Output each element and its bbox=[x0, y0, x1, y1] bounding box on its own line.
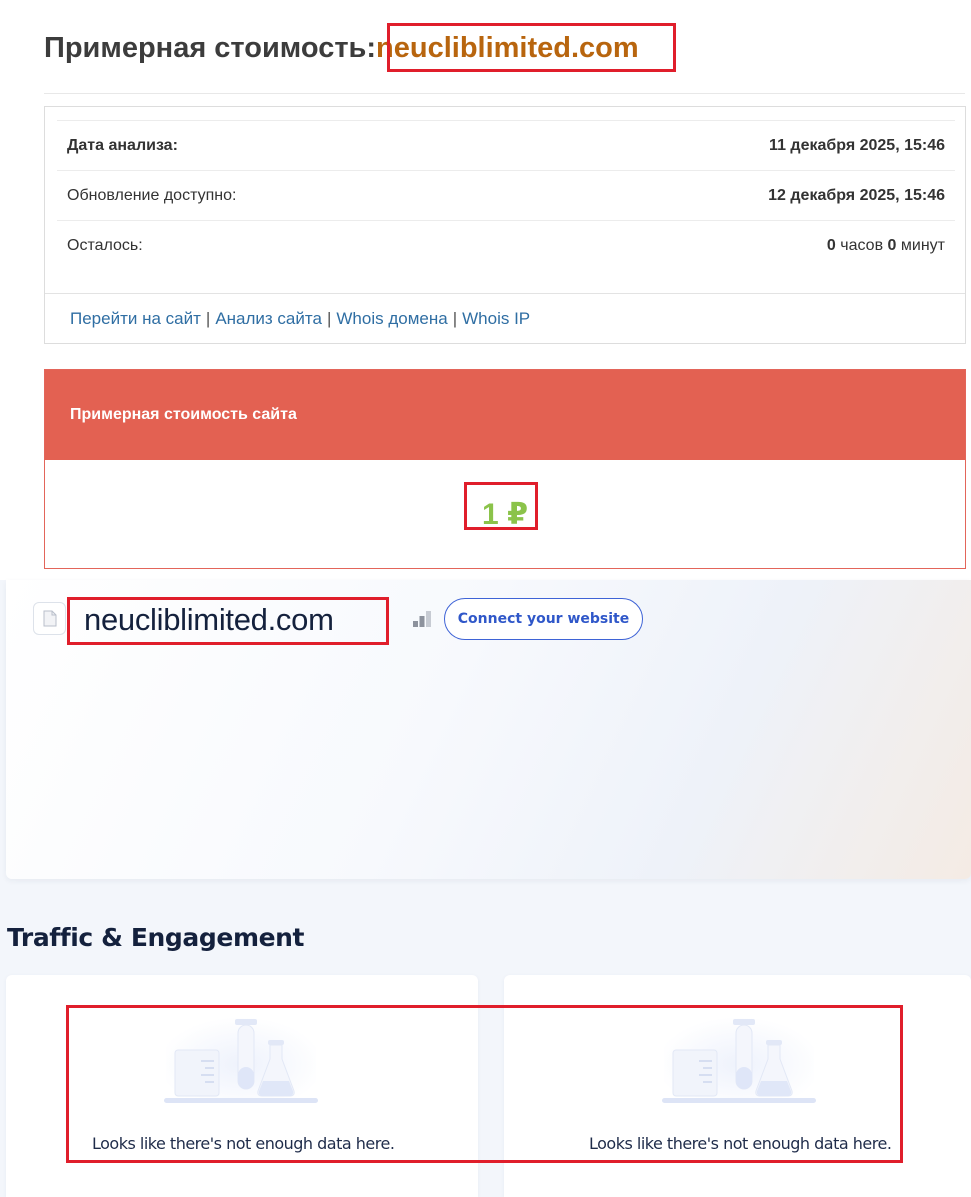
traffic-panel: Looks like there's not enough data here. bbox=[504, 975, 971, 1197]
info-row-analysis-date: Дата анализа: 11 декабря 2025, 15:46 bbox=[57, 120, 955, 170]
lab-flask-icon bbox=[662, 1017, 816, 1103]
document-icon bbox=[33, 602, 66, 635]
empty-state-text: Looks like there's not enough data here. bbox=[92, 1133, 395, 1153]
lab-flask-icon bbox=[164, 1017, 318, 1103]
remaining-hours-unit: часов bbox=[840, 236, 884, 254]
site-estimate-title: Примерная стоимость сайта bbox=[45, 370, 965, 460]
info-value: 11 декабря 2025, 15:46 bbox=[769, 136, 945, 154]
divider bbox=[44, 93, 965, 94]
page-title-domain: neucliblimited.com bbox=[376, 31, 639, 64]
connect-website-button[interactable]: Connect your website bbox=[444, 598, 643, 640]
link-go-to-site[interactable]: Перейти на сайт bbox=[70, 309, 201, 329]
remaining-minutes: 0 bbox=[887, 236, 897, 254]
link-ip-whois[interactable]: Whois IP bbox=[462, 309, 530, 329]
traffic-panel: Looks like there's not enough data here. bbox=[6, 975, 478, 1197]
page-title-prefix: Примерная стоимость: bbox=[44, 31, 377, 64]
info-row-update-available: Обновление доступно: 12 декабря 2025, 15… bbox=[57, 170, 955, 220]
signal-bars-icon bbox=[413, 611, 431, 627]
info-row-remaining: Осталось: 0 часов 0 минут bbox=[57, 220, 955, 270]
site-domain: neucliblimited.com bbox=[84, 602, 334, 637]
link-domain-whois[interactable]: Whois домена bbox=[336, 309, 447, 329]
empty-state-text: Looks like there's not enough data here. bbox=[589, 1133, 892, 1153]
analysis-info-card: Дата анализа: 11 декабря 2025, 15:46 Обн… bbox=[44, 106, 966, 344]
site-overview-section: neucliblimited.com Connect your website … bbox=[0, 580, 971, 1197]
site-estimate-value: 1 ₽ bbox=[482, 497, 528, 531]
link-separator: | bbox=[452, 309, 458, 328]
site-links: Перейти на сайт | Анализ сайта | Whois д… bbox=[45, 293, 965, 344]
link-separator: | bbox=[326, 309, 332, 328]
info-label: Обновление доступно: bbox=[67, 186, 237, 204]
info-label: Дата анализа: bbox=[67, 136, 178, 154]
remaining-minutes-unit: минут bbox=[900, 236, 945, 254]
site-estimate-card: Примерная стоимость сайта 1 ₽ bbox=[44, 369, 966, 569]
link-site-analysis[interactable]: Анализ сайта bbox=[215, 309, 322, 329]
info-value: 12 декабря 2025, 15:46 bbox=[768, 186, 945, 204]
remaining-time: 0 часов 0 минут bbox=[827, 237, 945, 255]
link-separator: | bbox=[205, 309, 211, 328]
remaining-hours: 0 bbox=[826, 236, 836, 254]
site-header-card: neucliblimited.com Connect your website bbox=[6, 580, 971, 879]
page-title: Примерная стоимость: neucliblimited.com bbox=[44, 26, 639, 70]
info-label: Осталось: bbox=[67, 236, 143, 254]
top-section: Примерная стоимость: neucliblimited.com … bbox=[0, 0, 971, 580]
traffic-engagement-title: Traffic & Engagement bbox=[7, 922, 305, 952]
